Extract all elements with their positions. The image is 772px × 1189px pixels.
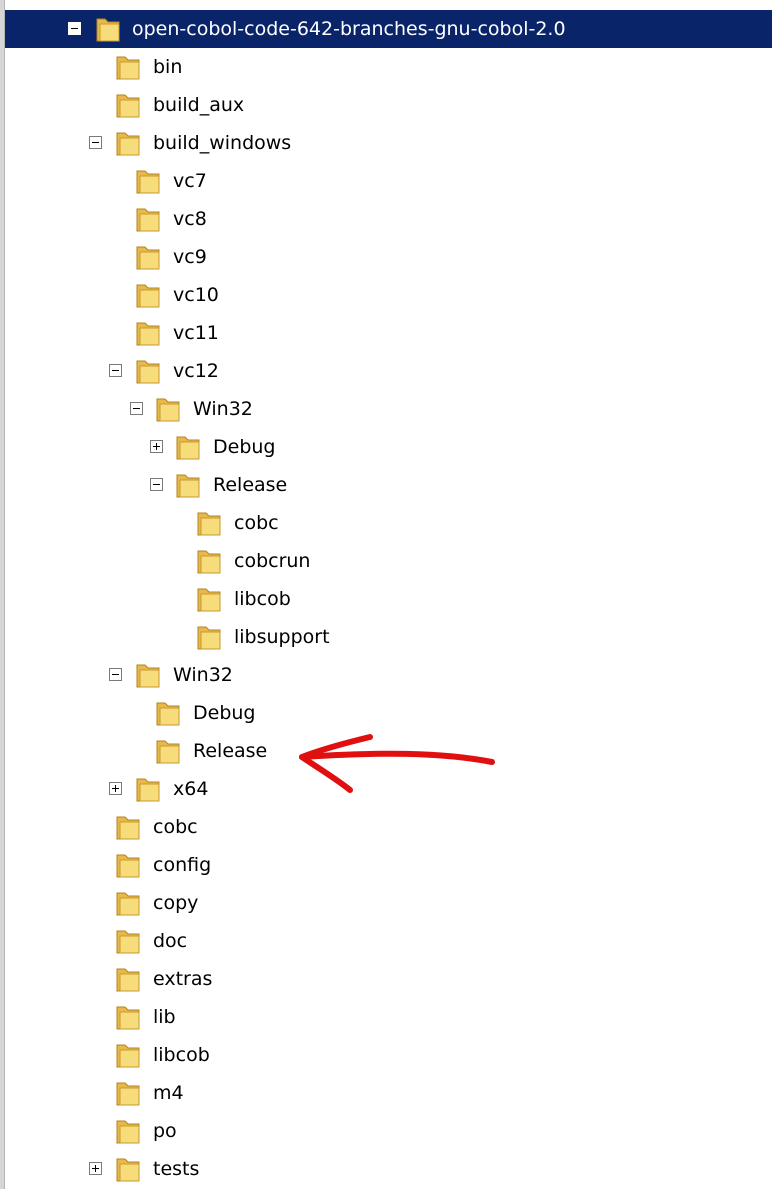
red-arrow-icon (299, 734, 495, 793)
